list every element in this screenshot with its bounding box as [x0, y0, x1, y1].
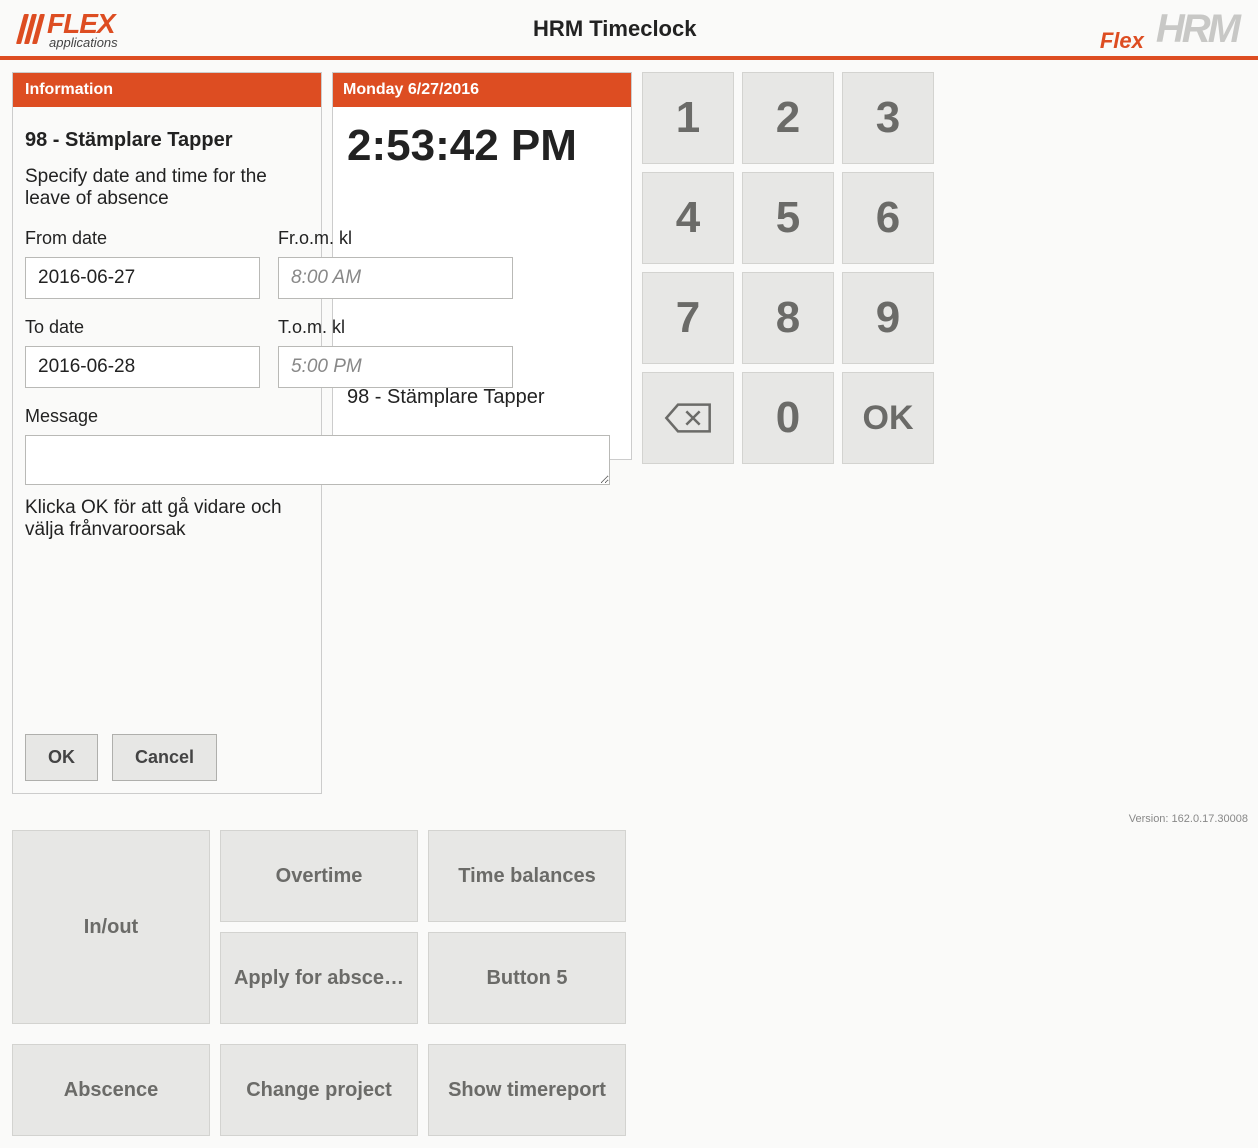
time-balances-button[interactable]: Time balances — [428, 830, 626, 922]
keypad-1[interactable]: 1 — [642, 72, 734, 164]
app-header: FLEX applications HRM Timeclock FlexHRM — [0, 0, 1258, 60]
to-date-input[interactable] — [25, 346, 260, 388]
keypad-5[interactable]: 5 — [742, 172, 834, 264]
keypad-0[interactable]: 0 — [742, 372, 834, 464]
logo-right-hrm: HRM — [1156, 7, 1238, 51]
keypad-ok[interactable]: OK — [842, 372, 934, 464]
keypad-4[interactable]: 4 — [642, 172, 734, 264]
action-buttons-row2: Abscence Change project Show timereport — [12, 1044, 632, 1136]
logo-right: FlexHRM — [1112, 7, 1238, 52]
keypad-backspace[interactable] — [642, 372, 734, 464]
info-panel: Information 98 - Stämplare Tapper Specif… — [12, 72, 322, 794]
to-time-label: T.o.m. kl — [278, 317, 513, 338]
info-instruction: Specify date and time for the leave of a… — [25, 166, 309, 210]
ok-button[interactable]: OK — [25, 734, 98, 781]
message-label: Message — [25, 406, 309, 427]
overtime-button[interactable]: Overtime — [220, 830, 418, 922]
from-time-input[interactable] — [278, 257, 513, 299]
backspace-icon — [663, 400, 713, 436]
change-project-button[interactable]: Change project — [220, 1044, 418, 1136]
show-timereport-button[interactable]: Show timereport — [428, 1044, 626, 1136]
action-buttons-grid: In/out Overtime Time balances Apply for … — [12, 830, 632, 1024]
keypad-6[interactable]: 6 — [842, 172, 934, 264]
keypad-7[interactable]: 7 — [642, 272, 734, 364]
keypad-3[interactable]: 3 — [842, 72, 934, 164]
clock-date: Monday 6/27/2016 — [333, 73, 631, 107]
logo-left: FLEX applications — [20, 10, 118, 49]
version-label: Version: 162.0.17.30008 — [1129, 813, 1248, 825]
info-header: Information — [13, 73, 321, 107]
abscence-button[interactable]: Abscence — [12, 1044, 210, 1136]
keypad-2[interactable]: 2 — [742, 72, 834, 164]
apply-absence-button[interactable]: Apply for absce… — [220, 932, 418, 1024]
message-input[interactable] — [25, 435, 610, 485]
logo-bars-icon — [20, 14, 41, 44]
logo-right-flex: Flex — [1100, 28, 1144, 53]
info-hint: Klicka OK för att gå vidare och välja fr… — [25, 497, 309, 541]
info-user: 98 - Stämplare Tapper — [25, 129, 309, 152]
logo-brand: FLEX — [47, 10, 118, 38]
from-date-label: From date — [25, 228, 260, 249]
clock-time: 2:53:42 PM — [333, 107, 631, 171]
cancel-button[interactable]: Cancel — [112, 734, 217, 781]
keypad-8[interactable]: 8 — [742, 272, 834, 364]
to-time-input[interactable] — [278, 346, 513, 388]
from-time-label: Fr.o.m. kl — [278, 228, 513, 249]
logo-subtext: applications — [49, 36, 118, 49]
button-5[interactable]: Button 5 — [428, 932, 626, 1024]
keypad-9[interactable]: 9 — [842, 272, 934, 364]
app-title: HRM Timeclock — [533, 16, 696, 42]
from-date-input[interactable] — [25, 257, 260, 299]
to-date-label: To date — [25, 317, 260, 338]
inout-button[interactable]: In/out — [12, 830, 210, 1024]
keypad: 1 2 3 4 5 6 7 8 9 0 OK — [642, 72, 1257, 464]
